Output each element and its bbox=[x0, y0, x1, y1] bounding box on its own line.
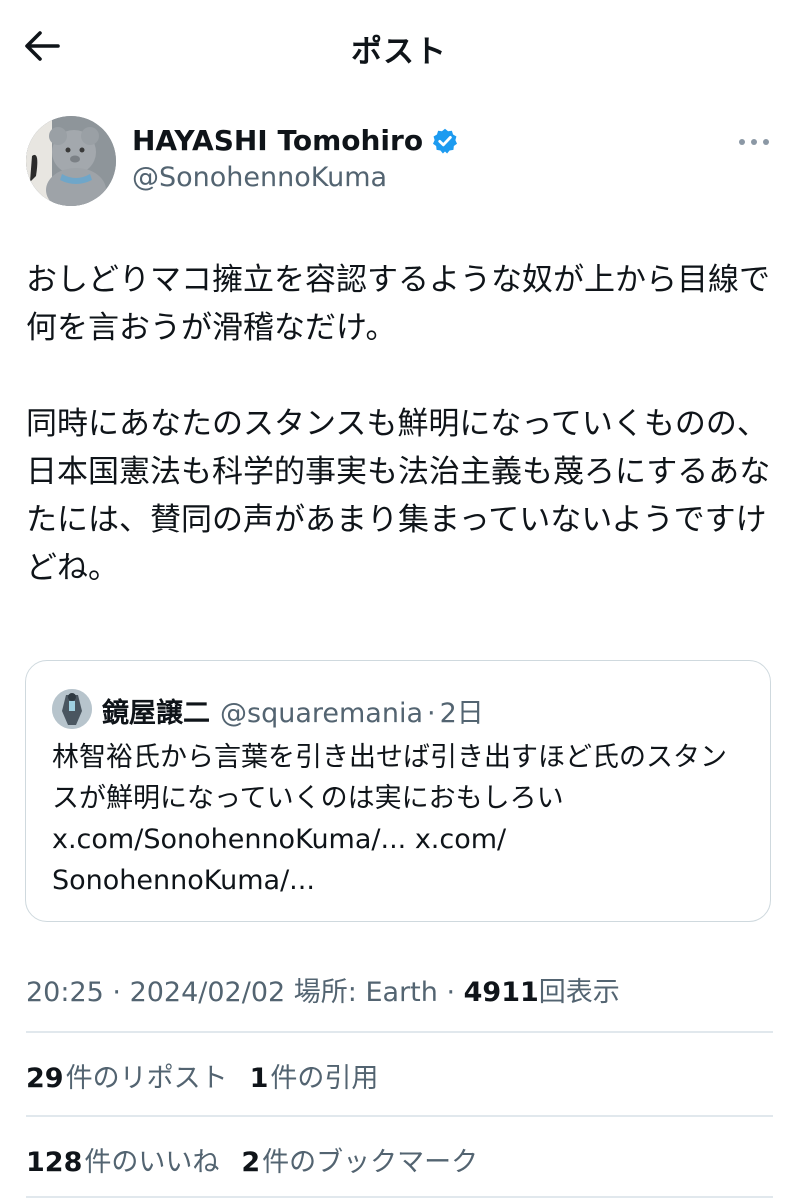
bookmarks-count: 2 bbox=[241, 1147, 261, 1178]
author-name-row[interactable]: HAYASHI Tomohiro bbox=[132, 124, 459, 157]
quote-header: 鏡屋譲二 @squaremania · 2日 bbox=[102, 691, 484, 730]
tweet-meta: 20:25 · 2024/02/02 場所: Earth · 4911回表示 bbox=[26, 970, 620, 1009]
more-options-button[interactable] bbox=[734, 128, 774, 156]
top-bar: ポスト bbox=[0, 0, 798, 92]
quote-avatar bbox=[52, 689, 92, 729]
quote-timestamp: 2日 bbox=[439, 698, 484, 729]
avatar[interactable] bbox=[26, 116, 116, 206]
verified-badge-icon bbox=[433, 128, 458, 153]
quoted-tweet-card[interactable]: 鏡屋譲二 @squaremania · 2日 林智裕氏から言葉を引き出せば引き出… bbox=[25, 660, 771, 922]
likes-label: 件のいいね bbox=[84, 1147, 220, 1178]
tweet-text: おしどりマコ擁立を容認するような奴が上から目線で何を言おうが滑稽なだけ。 同時に… bbox=[26, 262, 771, 586]
views-label: 回表示 bbox=[538, 977, 620, 1008]
bookmarks-label: 件のブックマーク bbox=[262, 1147, 479, 1178]
divider bbox=[26, 1196, 773, 1198]
page-title: ポスト bbox=[351, 34, 447, 70]
bookmarks-stat[interactable]: 2 件のブックマーク bbox=[241, 1140, 478, 1179]
quote-separator: · bbox=[427, 698, 436, 729]
quotes-label: 件の引用 bbox=[270, 1063, 379, 1094]
reposts-stat[interactable]: 29 件のリポスト bbox=[26, 1056, 228, 1095]
meta-separator-2: · bbox=[437, 977, 464, 1008]
author-handle[interactable]: @SonohennoKuma bbox=[132, 162, 387, 193]
stats-row-reposts: 29 件のリポスト 1 件の引用 bbox=[26, 1056, 400, 1095]
divider bbox=[26, 1031, 773, 1033]
tweet-time[interactable]: 20:25 bbox=[26, 977, 104, 1008]
tweet-date[interactable]: 2024/02/02 bbox=[130, 977, 286, 1008]
quotes-stat[interactable]: 1 件の引用 bbox=[250, 1056, 379, 1095]
avatar-image bbox=[26, 116, 116, 206]
divider bbox=[26, 1115, 773, 1117]
author-name[interactable]: HAYASHI Tomohiro bbox=[132, 124, 423, 157]
reposts-count: 29 bbox=[26, 1063, 64, 1094]
quote-text: 林智裕氏から言葉を引き出せば引き出すほど氏のスタンスが鮮明になっていくのは実にお… bbox=[52, 742, 727, 896]
more-horizontal-icon bbox=[739, 139, 769, 145]
quote-author-handle: @squaremania bbox=[220, 698, 423, 729]
views-count: 4911 bbox=[463, 977, 539, 1008]
likes-count: 128 bbox=[26, 1147, 83, 1178]
quote-avatar-image bbox=[52, 689, 92, 729]
stats-row-likes: 128 件のいいね 2 件のブックマーク bbox=[26, 1140, 500, 1179]
tweet-location: 場所: Earth bbox=[293, 977, 438, 1008]
quotes-count: 1 bbox=[249, 1063, 269, 1094]
meta-separator: · bbox=[103, 977, 130, 1008]
reposts-label: 件のリポスト bbox=[65, 1063, 228, 1094]
quote-author-name: 鏡屋譲二 bbox=[102, 698, 210, 729]
likes-stat[interactable]: 128 件のいいね bbox=[26, 1140, 219, 1179]
